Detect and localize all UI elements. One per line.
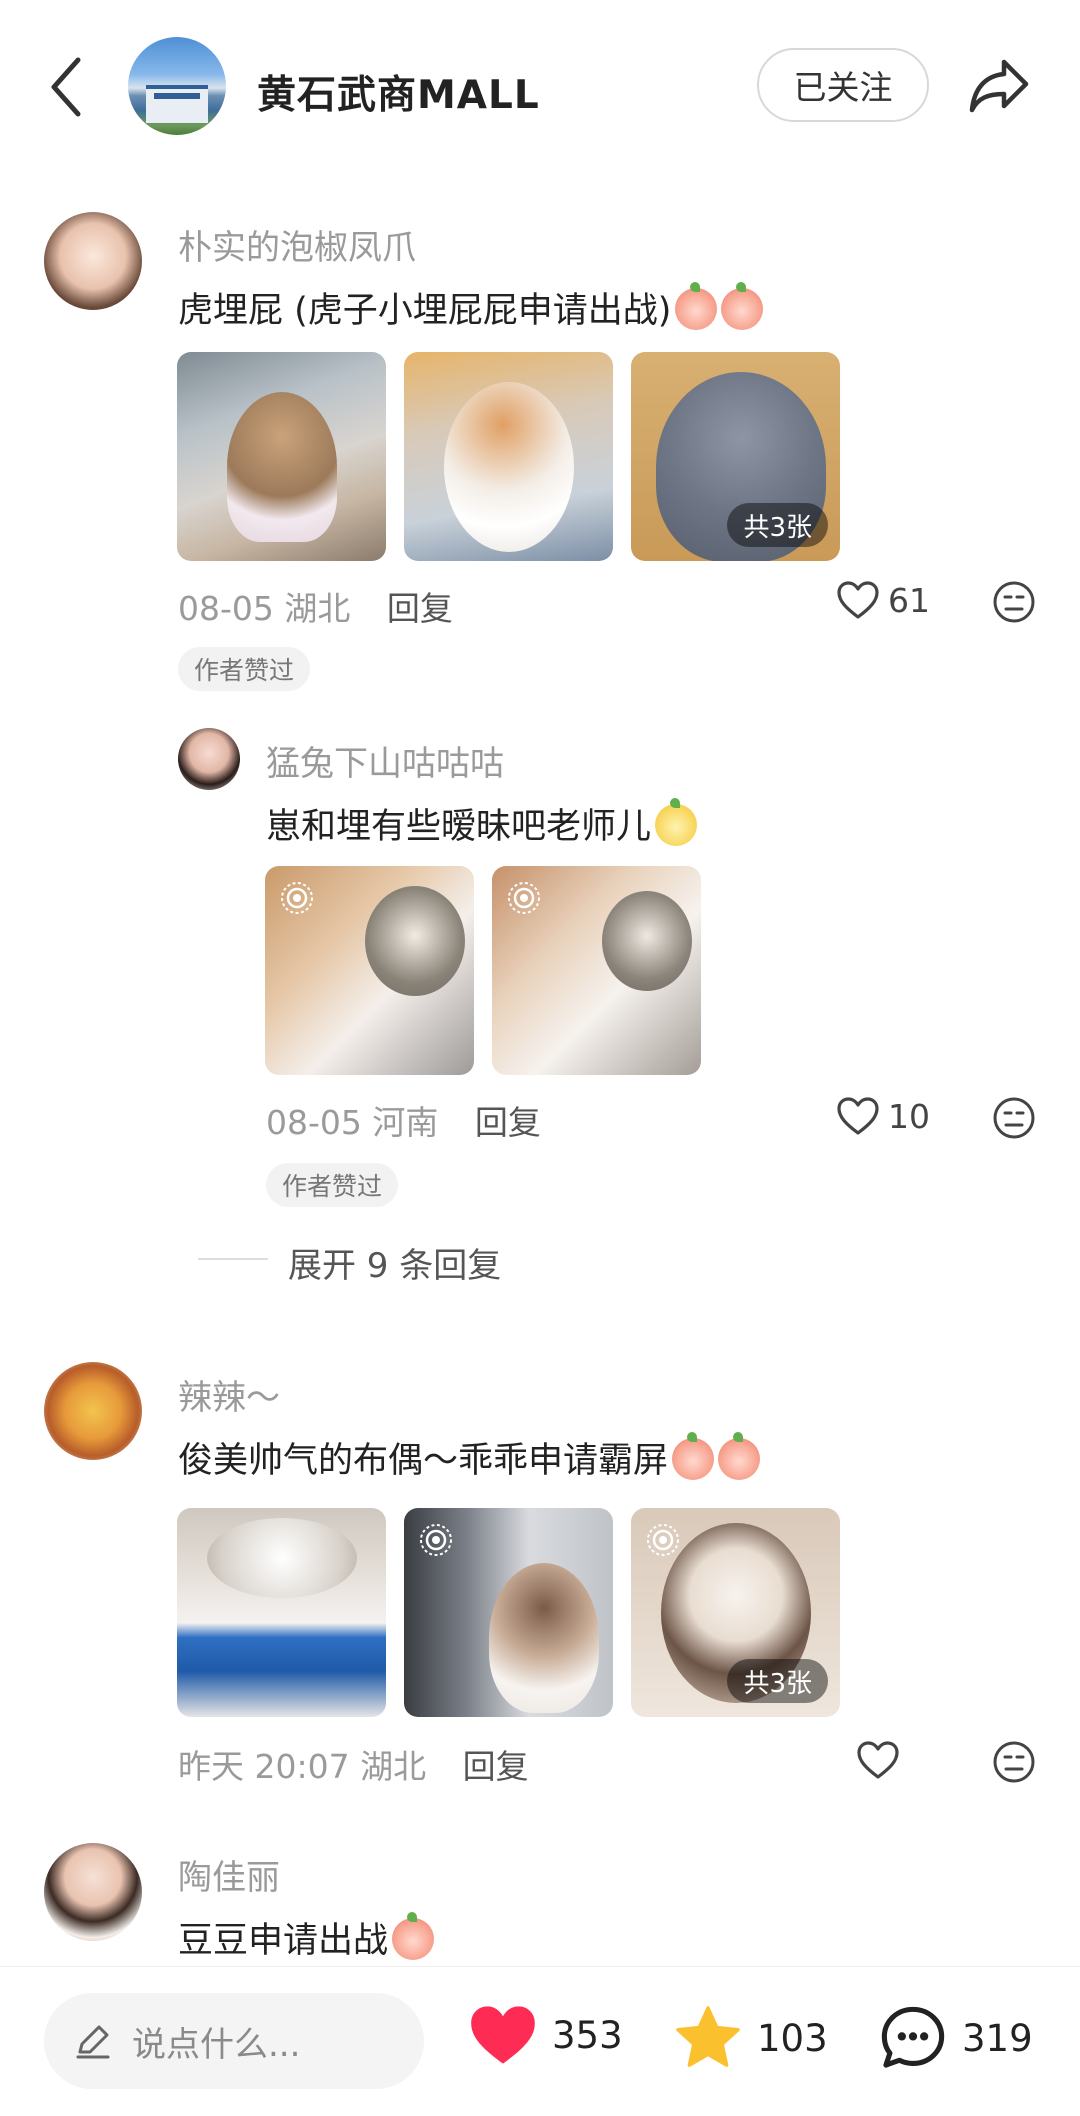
comment-input-placeholder: 说点什么... — [132, 2024, 301, 2065]
avatar[interactable] — [44, 1843, 142, 1941]
comment-body: 豆豆申请出战 — [178, 1921, 389, 1961]
post-comment-button[interactable]: 319 — [878, 2003, 1033, 2073]
avatar[interactable] — [44, 1362, 142, 1460]
post-like-button[interactable]: 353 — [468, 2003, 623, 2067]
reply-username[interactable]: 猛兔下山咕咕咕 — [266, 736, 504, 785]
reply-body: 崽和埋有些暧昧吧老师儿 — [266, 807, 652, 847]
comment-text[interactable]: 俊美帅气的布偶～乖乖申请霸屏 — [178, 1432, 761, 1483]
like-count: 61 — [888, 580, 930, 620]
shop-name[interactable]: 黄石武商MALL — [257, 64, 540, 120]
peach-emoji-icon — [392, 1912, 435, 1960]
star-filled-icon — [676, 2006, 740, 2067]
peach-emoji-icon — [672, 1432, 715, 1480]
reply-button[interactable]: 回复 — [475, 1103, 541, 1142]
comment-text[interactable]: 虎埋屁 (虎子小埋屁屁申请出战) — [178, 282, 764, 333]
comment-location: 湖北 — [360, 1747, 427, 1786]
comment-body: 俊美帅气的布偶～乖乖申请霸屏 — [178, 1441, 669, 1481]
post-comment-count: 319 — [962, 2016, 1033, 2060]
post-favorite-count: 103 — [757, 2016, 828, 2060]
reply-live-photo[interactable] — [492, 866, 701, 1075]
pencil-icon — [76, 2025, 110, 2059]
comment-image[interactable] — [177, 1508, 386, 1717]
comment-username[interactable]: 陶佳丽 — [178, 1850, 280, 1899]
reply-meta: 08-05 河南 回复 — [266, 1096, 541, 1144]
comment-live-photo[interactable]: 共3张 — [631, 1508, 840, 1717]
comment-bubble-icon — [881, 2006, 945, 2068]
live-photo-icon — [420, 1524, 452, 1556]
like-count: 10 — [888, 1096, 930, 1136]
post-favorite-button[interactable]: 103 — [673, 2003, 828, 2073]
heart-outline-icon — [837, 581, 879, 619]
image-count-tag: 共3张 — [727, 1659, 828, 1703]
emoji-reaction-icon[interactable] — [992, 1740, 1036, 1784]
peach-emoji-icon — [675, 282, 718, 330]
comment-input[interactable]: 说点什么... — [44, 1993, 424, 2089]
reply-location: 河南 — [372, 1103, 439, 1142]
peach-emoji-icon — [721, 282, 764, 330]
live-photo-icon — [508, 882, 540, 914]
comment-username[interactable]: 辣辣～ — [178, 1370, 280, 1419]
reply-text[interactable]: 崽和埋有些暧昧吧老师儿 — [266, 798, 698, 849]
top-bar: 黄石武商MALL 已关注 — [0, 0, 1080, 175]
expand-divider — [198, 1258, 268, 1260]
follow-button[interactable]: 已关注 — [757, 48, 929, 122]
comment-date: 昨天 20:07 — [178, 1747, 350, 1786]
comment-image[interactable] — [404, 352, 613, 561]
reply-live-photo[interactable] — [265, 866, 474, 1075]
post-like-count: 353 — [552, 2013, 623, 2057]
reply-button[interactable]: 回复 — [463, 1747, 529, 1786]
heart-filled-icon — [471, 2006, 535, 2064]
heart-outline-icon — [837, 1097, 879, 1135]
like-button[interactable]: 61 — [836, 580, 930, 620]
expand-replies-button[interactable]: 展开 9 条回复 — [288, 1238, 501, 1287]
comment-meta: 08-05 湖北 回复 — [178, 582, 453, 630]
reply-date: 08-05 — [266, 1103, 362, 1142]
bottom-action-bar: 说点什么... 353 103 319 — [0, 1966, 1080, 2116]
chevron-left-icon[interactable] — [44, 52, 88, 122]
emoji-reaction-icon[interactable] — [992, 1096, 1036, 1140]
comment-meta: 昨天 20:07 湖北 回复 — [178, 1740, 529, 1788]
comment-date: 08-05 — [178, 589, 274, 628]
comment-body: 虎埋屁 (虎子小埋屁屁申请出战) — [178, 291, 672, 331]
comment-image[interactable] — [177, 352, 386, 561]
smug-emoji-icon — [655, 798, 698, 846]
avatar[interactable] — [44, 212, 142, 310]
image-count-tag: 共3张 — [727, 503, 828, 547]
heart-outline-icon — [857, 1741, 899, 1779]
author-liked-badge: 作者赞过 — [178, 647, 311, 691]
comment-live-photo[interactable] — [404, 1508, 613, 1717]
live-photo-icon — [647, 1524, 679, 1556]
comment-image[interactable]: 共3张 — [631, 352, 840, 561]
comment-text[interactable]: 豆豆申请出战 — [178, 1912, 435, 1963]
comment-username[interactable]: 朴实的泡椒凤爪 — [178, 220, 416, 269]
like-button[interactable] — [856, 1740, 908, 1780]
comment-location: 湖北 — [284, 589, 351, 628]
shop-avatar[interactable] — [128, 37, 226, 135]
reply-button[interactable]: 回复 — [387, 589, 453, 628]
author-liked-badge: 作者赞过 — [266, 1163, 399, 1207]
peach-emoji-icon — [718, 1432, 761, 1480]
emoji-reaction-icon[interactable] — [992, 580, 1036, 624]
like-button[interactable]: 10 — [836, 1096, 930, 1136]
share-arrow-icon[interactable] — [966, 52, 1032, 118]
live-photo-icon — [281, 882, 313, 914]
avatar[interactable] — [178, 728, 240, 790]
